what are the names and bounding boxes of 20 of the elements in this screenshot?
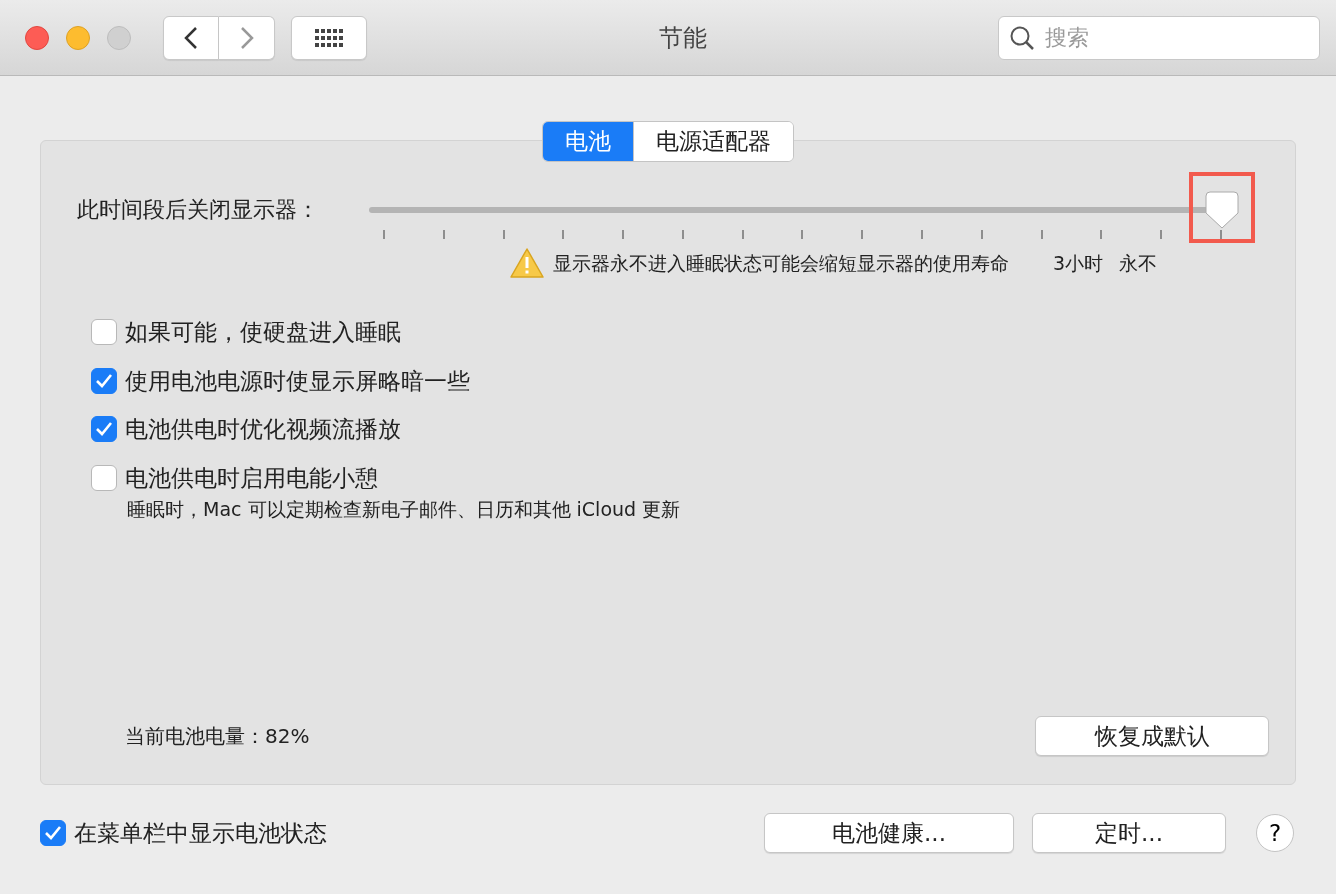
tick-label: 永不 <box>1119 250 1158 276</box>
battery-health-button[interactable]: 电池健康... <box>764 813 1014 853</box>
search-input: 搜索 <box>1043 20 1303 55</box>
schedule-button[interactable]: 定时... <box>1032 813 1226 853</box>
window-title: 节能 <box>657 22 708 54</box>
tab[interactable]: 电池 <box>543 122 633 161</box>
slider-label: 此时间段后关闭显示器： <box>77 196 320 224</box>
option-label[interactable]: 如果可能，使硬盘进入睡眠 <box>125 315 401 350</box>
option-label[interactable]: 电池供电时启用电能小憩 <box>125 460 378 495</box>
option-note: 睡眠时，Mac 可以定期检查新电子邮件、日历和其他 iCloud 更新 <box>127 497 682 522</box>
option-label[interactable]: 使用电池电源时使显示屏略暗一些 <box>125 363 470 398</box>
restore-defaults-button[interactable]: 恢复成默认 <box>1035 716 1269 756</box>
help-button[interactable]: ? <box>1256 814 1294 852</box>
warning-text: 显示器永不进入睡眠状态可能会缩短显示器的使用寿命 <box>553 250 1009 276</box>
search-field[interactable]: 搜索 <box>998 15 1320 60</box>
option-label[interactable]: 电池供电时优化视频流播放 <box>125 412 401 447</box>
tick-label: 3小时 <box>1053 250 1104 276</box>
battery-level-text: 当前电池电量：82% <box>125 723 310 750</box>
option-label[interactable]: 在菜单栏中显示电池状态 <box>74 815 327 851</box>
tab[interactable]: 电源适配器 <box>633 122 793 161</box>
